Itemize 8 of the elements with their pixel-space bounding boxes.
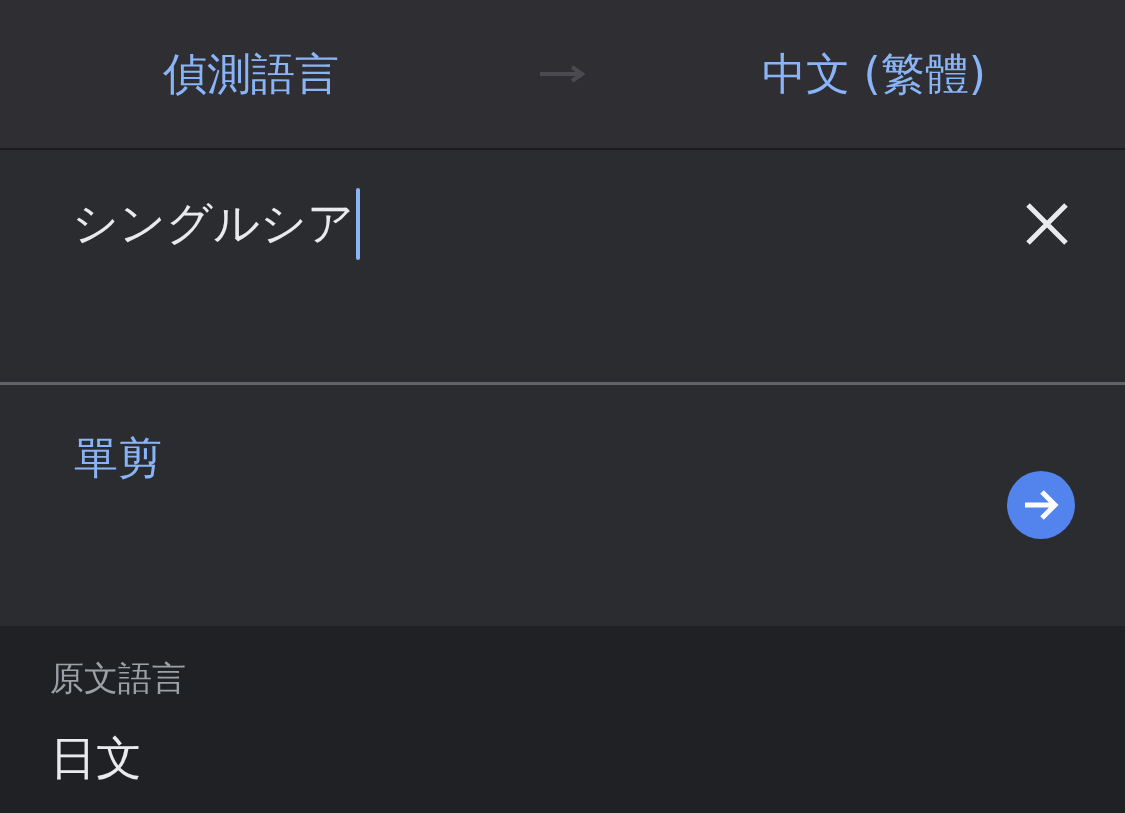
target-language-button[interactable]: 中文 (繁體) (753, 40, 994, 108)
source-language-button[interactable]: 偵測語言 (155, 40, 348, 108)
input-field[interactable]: シングルシア (72, 193, 354, 255)
text-cursor (356, 188, 360, 260)
suggestion-text[interactable]: 單剪 (74, 429, 162, 488)
detected-language[interactable]: 日文 (50, 728, 142, 790)
close-icon (1025, 202, 1069, 246)
section-label: 原文語言 (50, 657, 186, 700)
